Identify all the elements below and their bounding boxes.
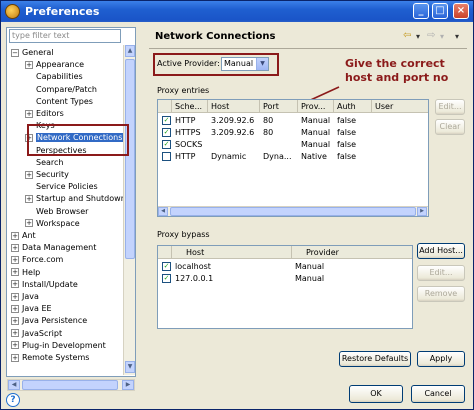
table-cell-scheme: SOCKS (175, 140, 203, 149)
remove-button[interactable]: Remove (417, 286, 465, 302)
apply-button[interactable]: Apply (417, 351, 465, 367)
column-header[interactable]: Host (208, 100, 260, 113)
scroll-thumb[interactable] (170, 207, 416, 216)
table-cell-provider: Manual (301, 116, 331, 125)
table-row[interactable]: ✓ SOCKS Manual false (158, 139, 428, 150)
add-host-button[interactable]: Add Host... (417, 243, 465, 259)
active-provider-select[interactable]: Manual ▼ (221, 57, 269, 71)
table-row[interactable]: HTTP Dynamic Dyna... Native false (158, 151, 428, 162)
table-cell-auth: false (337, 140, 357, 149)
column-header[interactable]: Provider (292, 246, 412, 259)
row-checkbox[interactable] (162, 152, 171, 161)
proxy-bypass-table: Host Provider ✓ localhost Manual ✓ 127.0.0.1 M… (157, 245, 413, 329)
table-cell-host: 3.209.92.6 (211, 128, 255, 137)
table-cell-provider: Manual (295, 274, 325, 283)
back-menu-chevron-icon[interactable]: ▾ (416, 32, 420, 41)
column-header[interactable]: Host (172, 246, 292, 259)
table-cell-user (372, 115, 428, 126)
restore-defaults-button[interactable]: Restore Defaults (339, 351, 411, 367)
column-header[interactable]: Prov... (298, 100, 334, 113)
row-checkbox[interactable]: ✓ (162, 262, 171, 271)
table-cell-port (260, 139, 298, 150)
table-cell-port: 80 (263, 128, 274, 137)
table-cell-provider: Manual (295, 262, 325, 271)
table-cell-user (372, 127, 428, 138)
network-connections-page: Network Connections ⇦ ▾ ⇨ ▾ ▾ Active Pro… (143, 23, 471, 368)
proxy-bypass-label: Proxy bypass (157, 230, 210, 239)
table-cell-host: 127.0.0.1 (175, 274, 214, 283)
column-header[interactable]: Port (260, 100, 298, 113)
scroll-left-icon[interactable]: ◀ (158, 207, 168, 216)
ok-button[interactable]: OK (349, 385, 403, 403)
table-cell-auth: false (337, 128, 357, 137)
row-checkbox[interactable]: ✓ (162, 128, 171, 137)
active-provider-label: Active Provider: (157, 59, 220, 68)
column-header[interactable]: Sche... (172, 100, 208, 113)
proxy-entries-header: Sche... Host Port Prov... Auth User (158, 100, 428, 113)
table-row[interactable]: ✓ 127.0.0.1 Manual (158, 273, 412, 284)
table-cell-scheme: HTTP (175, 116, 196, 125)
header-separator (149, 48, 467, 49)
proxy-entries-table: Sche... Host Port Prov... Auth User ◀ ▶ ✓ HTTP… (157, 99, 429, 217)
cancel-button[interactable]: Cancel (411, 385, 465, 403)
proxy-bypass-header: Host Provider (158, 246, 412, 259)
table-cell-host: Dynamic (211, 152, 247, 161)
page-title: Network Connections (155, 31, 276, 42)
table-cell-host: 3.209.92.6 (211, 116, 255, 125)
table-row[interactable]: ✓ HTTPS 3.209.92.6 80 Manual false (158, 127, 428, 138)
scroll-right-icon[interactable]: ▶ (417, 207, 427, 216)
active-provider-value: Manual (224, 59, 254, 68)
table-row[interactable]: ✓ HTTP 3.209.92.6 80 Manual false (158, 115, 428, 126)
row-checkbox[interactable]: ✓ (162, 140, 171, 149)
proxy-entries-label: Proxy entries (157, 86, 210, 95)
column-header[interactable]: Auth (334, 100, 372, 113)
column-header[interactable] (158, 100, 172, 113)
chevron-down-icon[interactable]: ▼ (256, 58, 268, 70)
table-cell-host: localhost (175, 262, 211, 271)
table-cell-port: Dyna... (263, 152, 292, 161)
table-cell-provider: Manual (301, 140, 331, 149)
entries-horizontal-scrollbar[interactable]: ◀ ▶ (158, 206, 428, 216)
table-cell-port: 80 (263, 116, 274, 125)
entries-clear-button[interactable]: Clear (435, 119, 465, 135)
row-checkbox[interactable]: ✓ (162, 116, 171, 125)
entries-edit-button[interactable]: Edit... (435, 99, 465, 115)
table-cell-user (372, 151, 428, 162)
preferences-window: Preferences _ □ × type filter text − Gene… (0, 0, 474, 410)
table-cell-provider: Manual (301, 128, 331, 137)
table-row[interactable]: ✓ localhost Manual (158, 261, 412, 272)
column-header[interactable]: User (372, 100, 428, 113)
forward-arrow-icon[interactable]: ⇨ (427, 30, 435, 41)
table-cell-scheme: HTTPS (175, 128, 201, 137)
table-cell-auth: false (337, 152, 357, 161)
table-cell-user (372, 139, 428, 150)
row-checkbox[interactable]: ✓ (162, 274, 171, 283)
bypass-edit-button[interactable]: Edit... (417, 265, 465, 281)
forward-menu-chevron-icon[interactable]: ▾ (440, 32, 444, 41)
back-arrow-icon[interactable]: ⇦ (403, 30, 411, 41)
help-icon[interactable]: ? (6, 393, 20, 407)
table-cell-provider: Native (301, 152, 327, 161)
tree-highlight-box (27, 124, 129, 156)
table-cell-auth: false (337, 116, 357, 125)
column-header[interactable] (158, 246, 172, 259)
table-cell-scheme: HTTP (175, 152, 196, 161)
view-menu-chevron-icon[interactable]: ▾ (455, 32, 459, 41)
annotation-text: Give the correct host and port no (345, 57, 449, 84)
table-cell-host (208, 139, 260, 150)
